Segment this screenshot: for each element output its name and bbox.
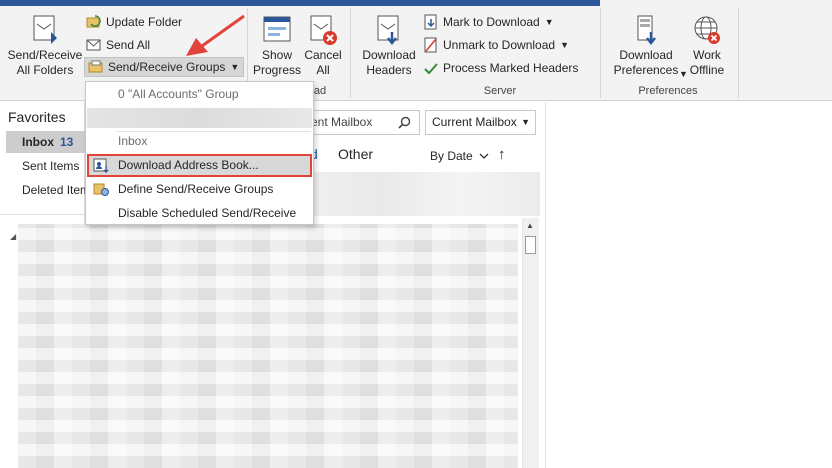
- blurred-message-list: [18, 224, 518, 468]
- cancel-all-label: Cancel All: [304, 48, 342, 77]
- search-input[interactable]: rrent Mailbox: [300, 110, 420, 135]
- deleted-items-label: Deleted Item: [22, 183, 91, 197]
- tab-other[interactable]: Other: [338, 146, 373, 162]
- sort-by-label: By Date: [430, 149, 473, 163]
- menu-item-label: 0 "All Accounts" Group: [118, 87, 239, 101]
- search-icon[interactable]: [398, 116, 411, 129]
- sidebar-item-inbox[interactable]: Inbox 13: [6, 131, 85, 153]
- menu-item-label: Disable Scheduled Send/Receive: [118, 206, 297, 220]
- menu-item-all-accounts-group[interactable]: 0 "All Accounts" Group: [87, 83, 312, 106]
- unmark-to-download-label: Unmark to Download: [443, 38, 556, 52]
- sidebar-item-sent-items[interactable]: Sent Items: [22, 159, 79, 173]
- menu-item-inbox[interactable]: Inbox: [87, 130, 312, 153]
- download-headers-label: Download Headers: [362, 48, 416, 77]
- scroll-thumb[interactable]: [525, 236, 536, 254]
- download-headers-icon: [377, 15, 399, 46]
- send-receive-groups-label: Send/Receive Groups: [108, 60, 226, 74]
- favorites-header[interactable]: Favorites: [8, 109, 66, 125]
- favorites-label: Favorites: [8, 109, 66, 125]
- blurred-menu-item: [87, 108, 312, 128]
- send-all-icon: [86, 39, 101, 51]
- show-progress-icon: [263, 16, 291, 42]
- active-tab-indicator: [0, 0, 600, 6]
- menu-item-disable-scheduled-send-receive[interactable]: Disable Scheduled Send/Receive: [87, 202, 312, 225]
- server-group-label: Server: [483, 85, 517, 97]
- mark-to-download-button[interactable]: Mark to Download ▼: [423, 12, 554, 32]
- process-marked-headers-label: Process Marked Headers: [443, 61, 579, 75]
- unmark-to-download-icon: [424, 37, 437, 53]
- send-receive-groups-icon: [88, 60, 103, 73]
- divider: [0, 214, 85, 215]
- search-scope-select[interactable]: Current Mailbox ▼: [425, 110, 536, 135]
- download-preferences-label: Download Preferences: [613, 48, 679, 77]
- mark-to-download-label: Mark to Download: [443, 15, 540, 29]
- process-marked-headers-button[interactable]: Process Marked Headers: [423, 58, 578, 78]
- chevron-down-icon: ▼: [544, 17, 554, 27]
- preferences-group-label: Preferences: [638, 85, 698, 97]
- update-folder-icon: [86, 15, 101, 28]
- checkmark-icon: [424, 63, 438, 75]
- menu-item-label: Download Address Book...: [118, 158, 259, 172]
- download-preferences-button[interactable]: Download Preferences ▼: [606, 14, 688, 79]
- inbox-label: Inbox: [22, 135, 54, 149]
- download-group-label: ad: [313, 85, 327, 97]
- send-all-label: Send All: [106, 38, 151, 52]
- reading-pane-divider: [545, 102, 546, 468]
- work-offline-label: Work Offline: [689, 48, 725, 77]
- cancel-all-icon: [310, 15, 337, 45]
- scrollbar[interactable]: [522, 218, 539, 468]
- download-headers-button[interactable]: Download Headers: [358, 14, 420, 78]
- address-book-icon: [93, 158, 109, 173]
- cancel-all-button[interactable]: Cancel All: [302, 14, 344, 78]
- menu-item-download-address-book[interactable]: Download Address Book...: [87, 154, 312, 177]
- show-progress-button[interactable]: Show Progress: [252, 14, 302, 78]
- tab-other-label: Other: [338, 146, 374, 162]
- send-receive-all-icon: [33, 15, 57, 44]
- show-progress-label: Show Progress: [252, 48, 302, 77]
- collapse-triangle-icon[interactable]: ◢: [10, 232, 16, 241]
- chevron-down-icon: ▼: [521, 117, 530, 127]
- define-groups-icon: [93, 183, 109, 196]
- globe-offline-icon: [694, 16, 720, 44]
- sort-by-dropdown[interactable]: By Date: [430, 149, 489, 163]
- unmark-to-download-button[interactable]: Unmark to Download ▼: [423, 35, 569, 55]
- update-folder-label: Update Folder: [106, 15, 183, 29]
- menu-item-label: Inbox: [118, 134, 148, 148]
- chevron-down-icon: ▼: [560, 40, 569, 50]
- menu-item-label: Define Send/Receive Groups: [118, 182, 274, 196]
- scroll-up-arrow-icon[interactable]: ▲: [526, 221, 534, 230]
- download-preferences-icon: [637, 15, 656, 46]
- sidebar-item-deleted-items[interactable]: Deleted Item: [22, 183, 90, 197]
- sent-items-label: Sent Items: [22, 159, 80, 173]
- sort-direction-arrow-icon[interactable]: ↑: [498, 146, 506, 163]
- group-separator: [738, 8, 739, 98]
- mark-to-download-icon: [424, 14, 437, 30]
- send-receive-all-folders-button[interactable]: Send/Receive All Folders: [6, 14, 84, 78]
- menu-item-define-send-receive-groups[interactable]: Define Send/Receive Groups: [87, 178, 312, 201]
- inbox-unread-count: 13: [60, 135, 74, 149]
- search-scope-value: Current Mailbox: [432, 115, 517, 129]
- chevron-down-icon: ▼: [230, 62, 240, 72]
- chevron-down-icon: [479, 153, 489, 159]
- blurred-row: [300, 172, 540, 216]
- send-all-button[interactable]: Send All: [86, 35, 150, 55]
- send-receive-groups-button[interactable]: Send/Receive Groups ▼: [84, 57, 245, 77]
- send-receive-all-label: Send/Receive All Folders: [7, 48, 83, 77]
- work-offline-button[interactable]: Work Offline: [686, 14, 728, 78]
- group-separator: [350, 8, 351, 98]
- group-separator: [600, 8, 601, 98]
- send-receive-groups-menu: 0 "All Accounts" Group Inbox Download Ad…: [85, 81, 314, 225]
- update-folder-button[interactable]: Update Folder: [86, 12, 182, 32]
